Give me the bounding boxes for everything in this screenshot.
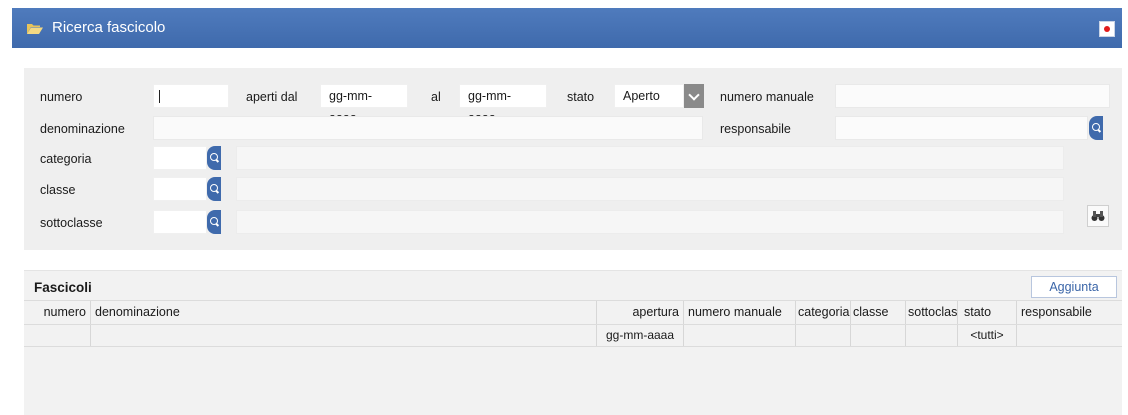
categoria-label: categoria bbox=[40, 152, 92, 166]
stato-label: stato bbox=[567, 90, 595, 104]
column-header-stato[interactable]: stato bbox=[958, 301, 1017, 324]
search-icon[interactable] bbox=[207, 146, 221, 170]
responsabile-label: responsabile bbox=[720, 122, 791, 136]
results-table-body bbox=[24, 348, 1122, 415]
filter-numero[interactable] bbox=[24, 325, 91, 346]
window-titlebar: Ricerca fascicolo bbox=[12, 8, 1122, 48]
sottoclasse-description bbox=[236, 210, 1064, 234]
column-header-sottoclasse[interactable]: sottoclas: bbox=[906, 301, 958, 324]
filter-apertura[interactable]: gg-mm-aaaa bbox=[597, 325, 684, 346]
column-header-numero-manuale[interactable]: numero manuale bbox=[684, 301, 796, 324]
results-title: Fascicoli bbox=[34, 280, 92, 295]
add-button[interactable]: Aggiunta bbox=[1031, 276, 1117, 298]
classe-input[interactable] bbox=[153, 177, 207, 201]
numero-input[interactable] bbox=[153, 84, 229, 108]
denominazione-label: denominazione bbox=[40, 122, 125, 136]
filter-classe[interactable] bbox=[851, 325, 906, 346]
column-header-categoria[interactable]: categoria bbox=[796, 301, 851, 324]
denominazione-input[interactable] bbox=[153, 116, 703, 140]
column-header-responsabile[interactable]: responsabile bbox=[1017, 301, 1122, 324]
close-icon[interactable] bbox=[1099, 21, 1115, 37]
binoculars-icon[interactable] bbox=[1087, 205, 1109, 227]
sottoclasse-label: sottoclasse bbox=[40, 216, 103, 230]
column-header-apertura[interactable]: apertura bbox=[597, 301, 684, 324]
search-icon[interactable] bbox=[1089, 116, 1103, 140]
filter-sottoclasse[interactable] bbox=[906, 325, 958, 346]
table-header: numero denominazione apertura numero man… bbox=[24, 300, 1122, 325]
al-date-input[interactable]: gg-mm-aaaa bbox=[459, 84, 547, 125]
responsabile-input[interactable] bbox=[835, 116, 1088, 140]
classe-description bbox=[236, 177, 1064, 201]
results-panel: Fascicoli Aggiunta numero denominazione … bbox=[24, 270, 1122, 415]
window-title: Ricerca fascicolo bbox=[52, 19, 166, 36]
filter-responsabile[interactable] bbox=[1017, 325, 1122, 346]
filter-denominazione[interactable] bbox=[91, 325, 597, 346]
filter-categoria[interactable] bbox=[796, 325, 851, 346]
stato-select[interactable]: Aperto bbox=[614, 84, 684, 108]
filter-stato[interactable]: <tutti> bbox=[958, 325, 1017, 346]
filter-numero-manuale[interactable] bbox=[684, 325, 796, 346]
column-header-numero[interactable]: numero bbox=[24, 301, 91, 324]
numero-manuale-input[interactable] bbox=[835, 84, 1110, 108]
categoria-input[interactable] bbox=[153, 146, 207, 170]
numero-label: numero bbox=[40, 90, 83, 104]
sottoclasse-input[interactable] bbox=[153, 210, 207, 234]
aperti-dal-date-input[interactable]: gg-mm-aaaa bbox=[320, 84, 408, 125]
column-header-denominazione[interactable]: denominazione bbox=[91, 301, 597, 324]
column-header-classe[interactable]: classe bbox=[851, 301, 906, 324]
categoria-description bbox=[236, 146, 1064, 170]
search-panel: numero aperti dal gg-mm-aaaa al gg-mm-aa… bbox=[24, 68, 1122, 250]
al-label: al bbox=[431, 90, 441, 104]
search-icon[interactable] bbox=[207, 177, 221, 201]
folder-open-icon bbox=[27, 24, 43, 34]
numero-manuale-label: numero manuale bbox=[720, 90, 814, 104]
aperti-dal-label: aperti dal bbox=[246, 90, 298, 104]
chevron-down-icon[interactable] bbox=[684, 84, 704, 108]
filter-row: gg-mm-aaaa <tutti> bbox=[24, 325, 1122, 347]
search-icon[interactable] bbox=[207, 210, 221, 234]
classe-label: classe bbox=[40, 183, 76, 197]
